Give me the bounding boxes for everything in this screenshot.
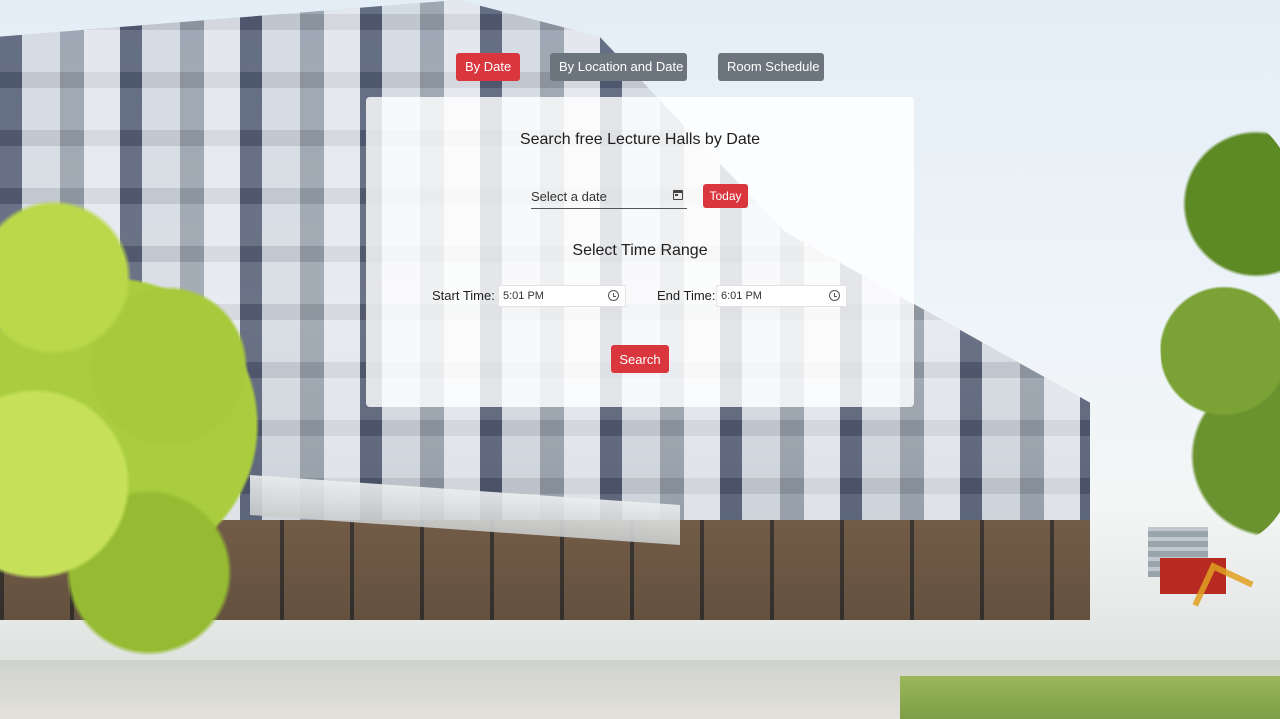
time-range-title: Select Time Range: [572, 242, 708, 259]
calendar-icon[interactable]: [673, 190, 683, 200]
tree-right: [1160, 120, 1280, 540]
card-title: Search free Lecture Halls by Date: [519, 131, 761, 148]
search-card: Search free Lecture Halls by Date Today …: [366, 97, 914, 407]
by-date-button[interactable]: By Date: [456, 53, 520, 81]
clock-icon[interactable]: [608, 290, 619, 301]
by-location-and-date-button[interactable]: By Location and Date: [550, 53, 687, 81]
today-button[interactable]: Today: [703, 184, 748, 208]
lawn: [900, 676, 1280, 719]
search-button[interactable]: Search: [611, 345, 669, 373]
start-time-input[interactable]: [503, 288, 593, 304]
date-input[interactable]: [531, 185, 667, 207]
end-time-input[interactable]: [721, 288, 811, 304]
start-time-field[interactable]: [498, 285, 626, 307]
clock-icon[interactable]: [829, 290, 840, 301]
room-schedule-button[interactable]: Room Schedule: [718, 53, 824, 81]
end-time-field[interactable]: [716, 285, 847, 307]
date-field[interactable]: [531, 185, 687, 209]
start-time-label: Start Time:: [432, 288, 495, 303]
end-time-label: End Time:: [657, 288, 716, 303]
